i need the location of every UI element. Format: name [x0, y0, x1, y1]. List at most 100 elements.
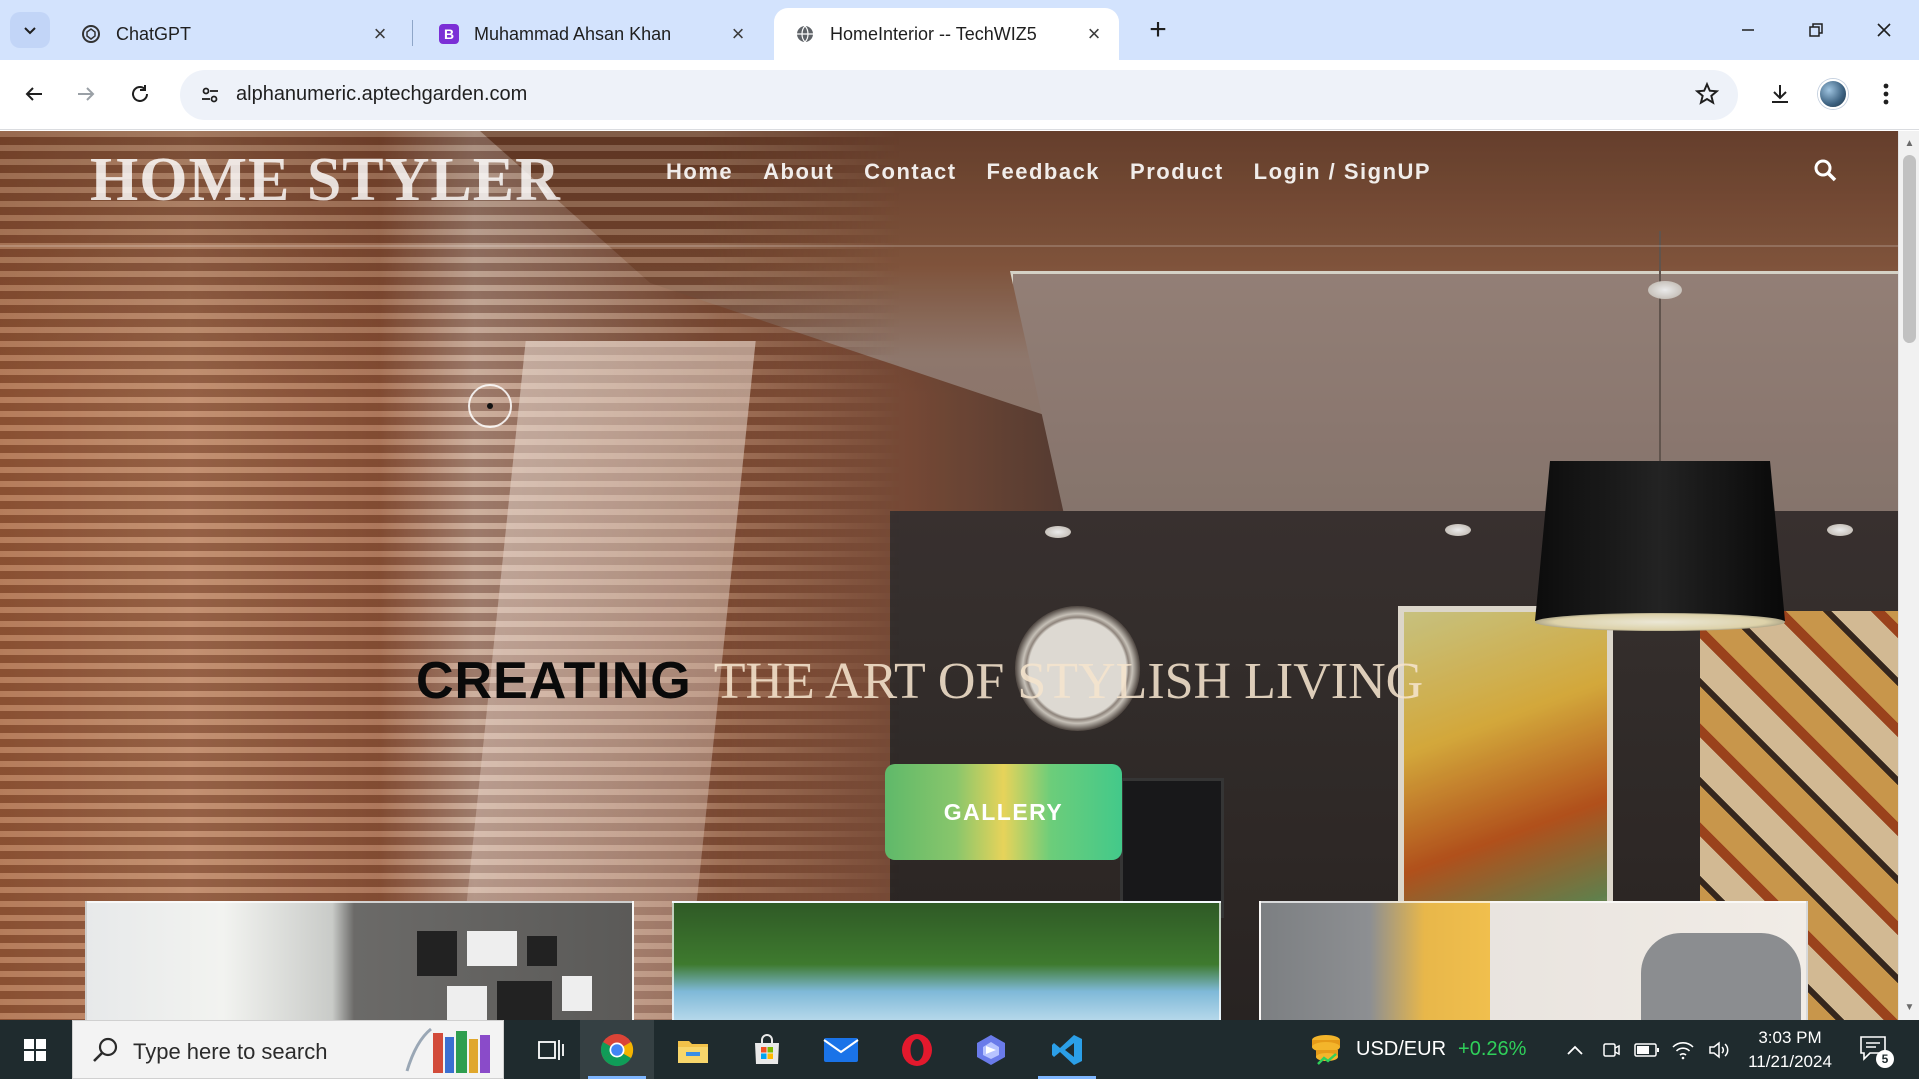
taskbar-search[interactable]: Type here to search: [72, 1020, 504, 1079]
chrome-taskbar-button[interactable]: [580, 1020, 654, 1079]
nav-login-signup[interactable]: Login / SignUP: [1254, 159, 1431, 185]
minimize-icon: [1742, 29, 1754, 31]
forex-pair: USD/EUR: [1356, 1037, 1447, 1060]
nav-feedback[interactable]: Feedback: [987, 159, 1101, 185]
nav-about[interactable]: About: [763, 159, 834, 185]
copilot-button[interactable]: [954, 1020, 1028, 1079]
meet-now-button[interactable]: [1596, 1036, 1626, 1064]
browser-toolbar: alphanumeric.aptechgarden.com: [0, 60, 1919, 130]
svg-text:B: B: [444, 26, 454, 42]
star-icon: [1694, 81, 1720, 105]
start-button[interactable]: [0, 1020, 70, 1079]
close-icon: [1877, 23, 1891, 37]
new-tab-button[interactable]: +: [1138, 12, 1178, 48]
forex-widget[interactable]: USD/EUR +0.26%: [1308, 1032, 1526, 1066]
copilot-icon: [977, 1034, 1005, 1065]
tab-chatgpt[interactable]: ChatGPT ×: [60, 8, 405, 60]
gallery-card-greenery[interactable]: [672, 901, 1221, 1020]
page-viewport: HOME STYLER Home About Contact Feedback …: [0, 131, 1898, 1020]
close-icon[interactable]: ×: [1083, 21, 1105, 46]
task-view-icon: [538, 1039, 564, 1060]
show-hidden-icons-button[interactable]: [1560, 1036, 1590, 1064]
opera-button[interactable]: [880, 1020, 954, 1079]
file-explorer-icon: [678, 1040, 708, 1063]
downloads-button[interactable]: [1760, 74, 1800, 114]
menu-button[interactable]: [1866, 74, 1906, 114]
close-icon[interactable]: ×: [727, 21, 749, 46]
close-window-button[interactable]: [1854, 8, 1914, 52]
tab-title: HomeInterior -- TechWIZ5: [830, 23, 1037, 44]
nav-home[interactable]: Home: [666, 159, 733, 185]
profile-button[interactable]: [1813, 74, 1853, 114]
scroll-thumb[interactable]: [1903, 155, 1916, 343]
nav-product[interactable]: Product: [1130, 159, 1224, 185]
volume-icon: [1709, 1041, 1729, 1059]
clock-date: 11/21/2024: [1748, 1052, 1832, 1071]
minimize-button[interactable]: [1718, 8, 1778, 52]
vscode-button[interactable]: [1030, 1020, 1104, 1079]
site-logo[interactable]: HOME STYLER: [90, 145, 561, 216]
custom-cursor: [468, 384, 512, 428]
meet-now-icon: [1603, 1043, 1620, 1057]
microsoft-store-button[interactable]: [730, 1020, 804, 1079]
site-info-button[interactable]: [192, 77, 228, 113]
system-clock[interactable]: 3:03 PM 11/21/2024: [1735, 1026, 1845, 1074]
headline-strong: CREATING: [416, 652, 692, 710]
arrow-right-icon: [78, 87, 95, 101]
task-view-button[interactable]: [514, 1020, 588, 1079]
mail-button[interactable]: [804, 1020, 878, 1079]
site-search-button[interactable]: [1812, 157, 1840, 185]
gallery-button[interactable]: GALLERY: [885, 764, 1122, 860]
restore-button[interactable]: [1786, 8, 1846, 52]
nav-contact[interactable]: Contact: [864, 159, 956, 185]
hero-overlay: [0, 131, 1898, 1020]
microsoft-store-icon: [755, 1033, 779, 1064]
chevron-up-icon: [1567, 1045, 1583, 1055]
back-button[interactable]: [14, 74, 54, 114]
page-scrollbar[interactable]: ▲ ▼: [1898, 131, 1919, 1020]
scroll-up-icon[interactable]: ▲: [1903, 137, 1916, 149]
chrome-icon: [600, 1033, 634, 1066]
vscode-icon: [1052, 1034, 1082, 1065]
restore-icon: [1809, 23, 1823, 37]
forward-button[interactable]: [66, 74, 106, 114]
plus-icon: +: [1149, 13, 1167, 46]
headline-rest: THE ART OF STYLISH LIVING: [713, 653, 1424, 710]
wifi-button[interactable]: [1668, 1036, 1698, 1064]
tab-homeinterior[interactable]: HomeInterior -- TechWIZ5 ×: [774, 8, 1119, 60]
tab-muhammad-ahsan-khan[interactable]: B Muhammad Ahsan Khan ×: [418, 8, 763, 60]
chair-image: [1641, 933, 1801, 1020]
scroll-down-icon[interactable]: ▼: [1903, 1001, 1916, 1013]
hero-headline: CREATING THE ART OF STYLISH LIVING: [416, 651, 1423, 711]
address-bar[interactable]: alphanumeric.aptechgarden.com: [180, 70, 1738, 120]
file-explorer-button[interactable]: [656, 1020, 730, 1079]
tab-strip: ChatGPT × B Muhammad Ahsan Khan × HomeIn…: [0, 0, 1919, 60]
notification-center-button[interactable]: 5: [1858, 1034, 1894, 1068]
more-vert-icon: [1883, 83, 1889, 105]
search-icon: [1814, 159, 1837, 182]
battery-button[interactable]: [1632, 1036, 1662, 1064]
coins-icon: [1312, 1035, 1340, 1065]
close-icon[interactable]: ×: [369, 21, 391, 46]
site-nav: Home About Contact Feedback Product Logi…: [666, 159, 1461, 185]
reload-button[interactable]: [120, 74, 160, 114]
gallery-card-living-room[interactable]: [85, 901, 634, 1020]
mail-icon: [823, 1037, 859, 1062]
chevron-down-icon: [24, 27, 36, 35]
volume-button[interactable]: [1704, 1036, 1734, 1064]
opera-icon: [902, 1033, 932, 1066]
url-text[interactable]: alphanumeric.aptechgarden.com: [236, 83, 527, 106]
battery-icon: [1634, 1043, 1659, 1057]
avatar: [1818, 79, 1848, 109]
reload-icon: [132, 85, 148, 102]
gallery-card-chairs[interactable]: [1259, 901, 1808, 1020]
bookmark-button[interactable]: [1694, 81, 1720, 112]
forex-change: +0.26%: [1458, 1037, 1527, 1060]
globe-icon: [794, 23, 816, 45]
tab-search-button[interactable]: [10, 12, 50, 48]
search-icon: [93, 1037, 118, 1062]
wifi-icon: [1672, 1042, 1694, 1060]
bootstrap-icon: B: [438, 23, 460, 45]
tab-separator: [412, 20, 413, 46]
notification-count: 5: [1876, 1050, 1894, 1068]
